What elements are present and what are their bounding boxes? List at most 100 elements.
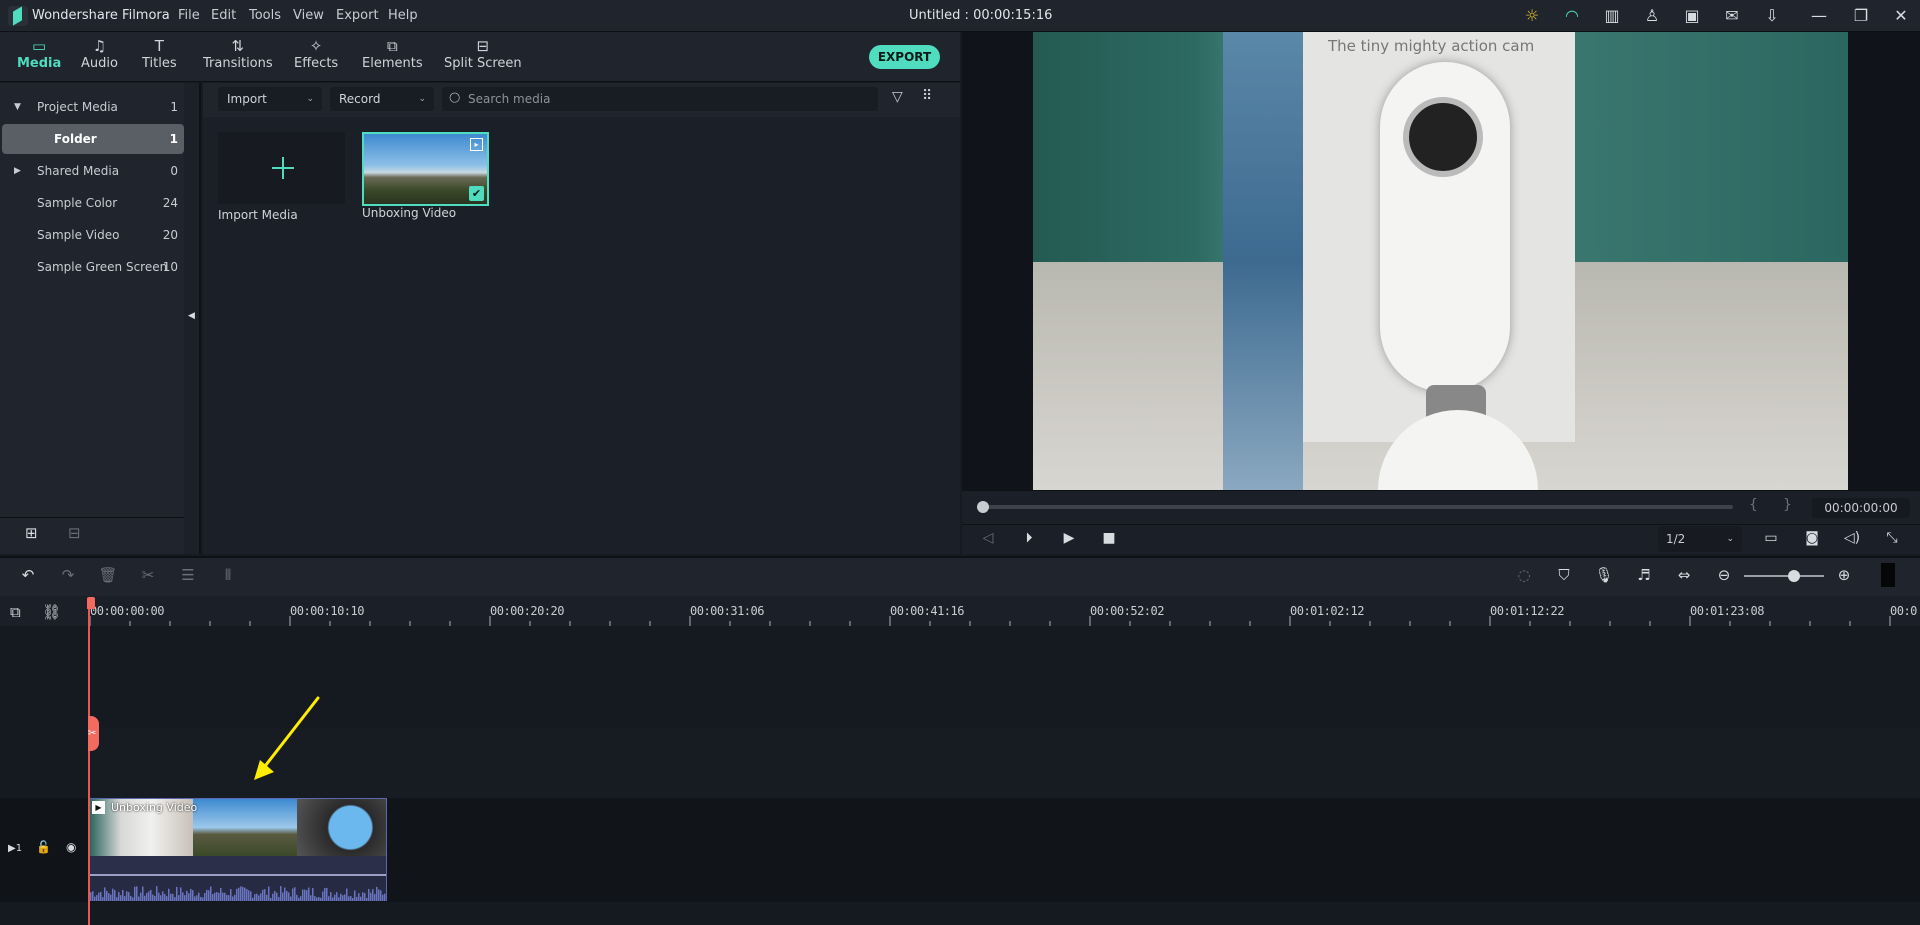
tab-audio[interactable]: ♫ Audio — [81, 36, 118, 71]
ruler-label: 00:00:31:06 — [690, 604, 764, 618]
minimize-icon[interactable]: — — [1808, 6, 1830, 26]
tab-titles[interactable]: T Titles — [142, 36, 177, 71]
close-icon[interactable]: ✕ — [1890, 6, 1912, 26]
restore-icon[interactable]: ❐ — [1850, 6, 1872, 26]
waveform-bar — [342, 895, 344, 901]
tab-effects[interactable]: ✧ Effects — [294, 36, 338, 71]
timeline-zoom-slider[interactable] — [1744, 575, 1824, 577]
waveform-bar — [364, 893, 366, 901]
sidebar-item-project-media[interactable]: ▼ Project Media 1 — [0, 92, 184, 122]
zoom-in-icon[interactable]: ⊕ — [1833, 566, 1855, 584]
waveform-bar — [98, 892, 100, 901]
preview-progress-bar[interactable] — [983, 505, 1733, 509]
waveform-bar — [222, 892, 224, 901]
download-icon[interactable]: ⇩ — [1761, 6, 1783, 26]
undo-icon[interactable]: ↶ — [17, 566, 39, 584]
waveform-bar — [226, 894, 228, 901]
search-media-input[interactable]: ○ Search media — [442, 87, 878, 111]
waveform-bar — [374, 893, 376, 901]
gift-icon[interactable]: ▥ — [1601, 6, 1623, 26]
playhead-line[interactable] — [88, 600, 90, 925]
tab-elements[interactable]: ⧉ Elements — [362, 36, 423, 71]
waveform-bar — [244, 887, 246, 901]
menu-edit[interactable]: Edit — [211, 8, 236, 23]
delete-icon[interactable]: 🗑 — [97, 566, 119, 584]
adjust-icon[interactable]: ☰ — [177, 566, 199, 584]
mail-icon[interactable]: ✉ — [1721, 6, 1743, 26]
play-icon[interactable]: ▶ — [1059, 530, 1079, 546]
playback-quality-dropdown[interactable]: 1/2 ⌄ — [1658, 526, 1742, 552]
track-lock-icon[interactable]: 🔓 — [36, 840, 51, 854]
export-button[interactable]: EXPORT — [869, 45, 940, 69]
stop-icon[interactable]: ■ — [1099, 530, 1119, 546]
tab-split-screen[interactable]: ⊟ Split Screen — [444, 36, 522, 71]
redo-icon[interactable]: ↷ — [57, 566, 79, 584]
chevron-down-icon: ⌄ — [418, 94, 426, 104]
delete-folder-icon[interactable]: ⊟ — [68, 524, 81, 542]
sidebar-item-sample-color[interactable]: Sample Color 24 — [0, 188, 184, 218]
audio-waveform-icon[interactable]: ⦀ — [217, 566, 239, 584]
menu-export[interactable]: Export — [336, 8, 379, 23]
waveform-bar — [194, 896, 196, 901]
play-frame-icon[interactable]: ⏵ — [1019, 530, 1039, 546]
split-scissors-icon[interactable]: ✂ — [88, 716, 99, 751]
new-folder-icon[interactable]: ⊞ — [25, 524, 38, 542]
ruler-label: 00:01:02:12 — [1290, 604, 1364, 618]
waveform-bar — [106, 890, 108, 901]
collapse-sidebar-icon[interactable]: ◀ — [188, 311, 195, 321]
empty-track-lane[interactable] — [88, 728, 1920, 798]
menu-help[interactable]: Help — [388, 8, 418, 23]
import-media-tile[interactable] — [218, 132, 345, 204]
waveform-bar — [232, 896, 234, 901]
menu-view[interactable]: View — [293, 8, 324, 23]
timeline-clip-unboxing-video[interactable]: ▶ Unboxing Video — [89, 798, 387, 901]
grid-view-icon[interactable]: ⠿ — [922, 88, 932, 104]
playhead-handle[interactable] — [87, 597, 95, 609]
marker-icon[interactable]: ⛉ — [1553, 566, 1575, 584]
elements-icon: ⧉ — [386, 37, 398, 55]
tab-transitions[interactable]: ⇅ Transitions — [203, 36, 273, 71]
timeline-zoom-handle[interactable] — [1788, 570, 1800, 582]
sidebar-item-sample-green-screen[interactable]: Sample Green Screen 10 — [0, 252, 184, 282]
filter-icon[interactable]: ▽ — [892, 89, 903, 105]
sidebar-item-folder[interactable]: Folder 1 — [2, 124, 184, 154]
track-visibility-icon[interactable]: ◉ — [66, 840, 76, 854]
voiceover-icon[interactable]: 🎙 — [1593, 566, 1615, 584]
waveform-bar — [262, 889, 264, 901]
cut-icon[interactable]: ✂ — [137, 566, 159, 584]
waveform-bar — [246, 889, 248, 901]
preview-progress-handle[interactable] — [977, 501, 989, 513]
sidebar-item-sample-video[interactable]: Sample Video 20 — [0, 220, 184, 250]
account-icon[interactable]: ♙ — [1641, 6, 1663, 26]
waveform-bar — [328, 896, 330, 901]
ruler-label: 00:00:00:00 — [90, 604, 164, 618]
render-preview-icon[interactable]: ◌ — [1513, 566, 1535, 584]
save-icon[interactable]: ▣ — [1681, 6, 1703, 26]
panel-divider-handle[interactable] — [1881, 563, 1895, 587]
text-icon: T — [154, 37, 164, 55]
tab-media[interactable]: ▭ Media — [17, 36, 61, 71]
snapshot-icon[interactable]: ◙ — [1802, 530, 1822, 546]
zoom-out-icon[interactable]: ⊖ — [1713, 566, 1735, 584]
mark-out-icon[interactable]: } — [1783, 497, 1792, 513]
media-item-unboxing-video[interactable]: ▸ ✔ — [362, 132, 489, 206]
menu-file[interactable]: File — [178, 8, 200, 23]
fullscreen-icon[interactable]: ⤡ — [1882, 530, 1902, 546]
sidebar-item-shared-media[interactable]: ▶ Shared Media 0 — [0, 156, 184, 186]
waveform-bar — [324, 888, 326, 901]
preview-timecode: 00:00:00:00 — [1812, 498, 1910, 518]
mark-in-icon[interactable]: { — [1749, 497, 1758, 513]
fit-timeline-icon[interactable]: ⇔ — [1673, 566, 1695, 584]
previous-frame-icon[interactable]: ◁ — [978, 530, 998, 546]
waveform-bar — [218, 892, 220, 901]
import-dropdown[interactable]: Import ⌄ — [218, 87, 322, 111]
lightbulb-icon[interactable]: ☼ — [1521, 6, 1543, 26]
waveform-bar — [290, 896, 292, 901]
record-dropdown[interactable]: Record ⌄ — [330, 87, 434, 111]
display-settings-icon[interactable]: ▭ — [1761, 530, 1781, 546]
menu-tools[interactable]: Tools — [249, 8, 281, 23]
waveform-bar — [152, 894, 154, 901]
audio-mixer-icon[interactable]: ♬ — [1633, 566, 1655, 584]
headset-icon[interactable]: ◠ — [1561, 6, 1583, 26]
volume-icon[interactable]: ◁) — [1842, 530, 1862, 546]
